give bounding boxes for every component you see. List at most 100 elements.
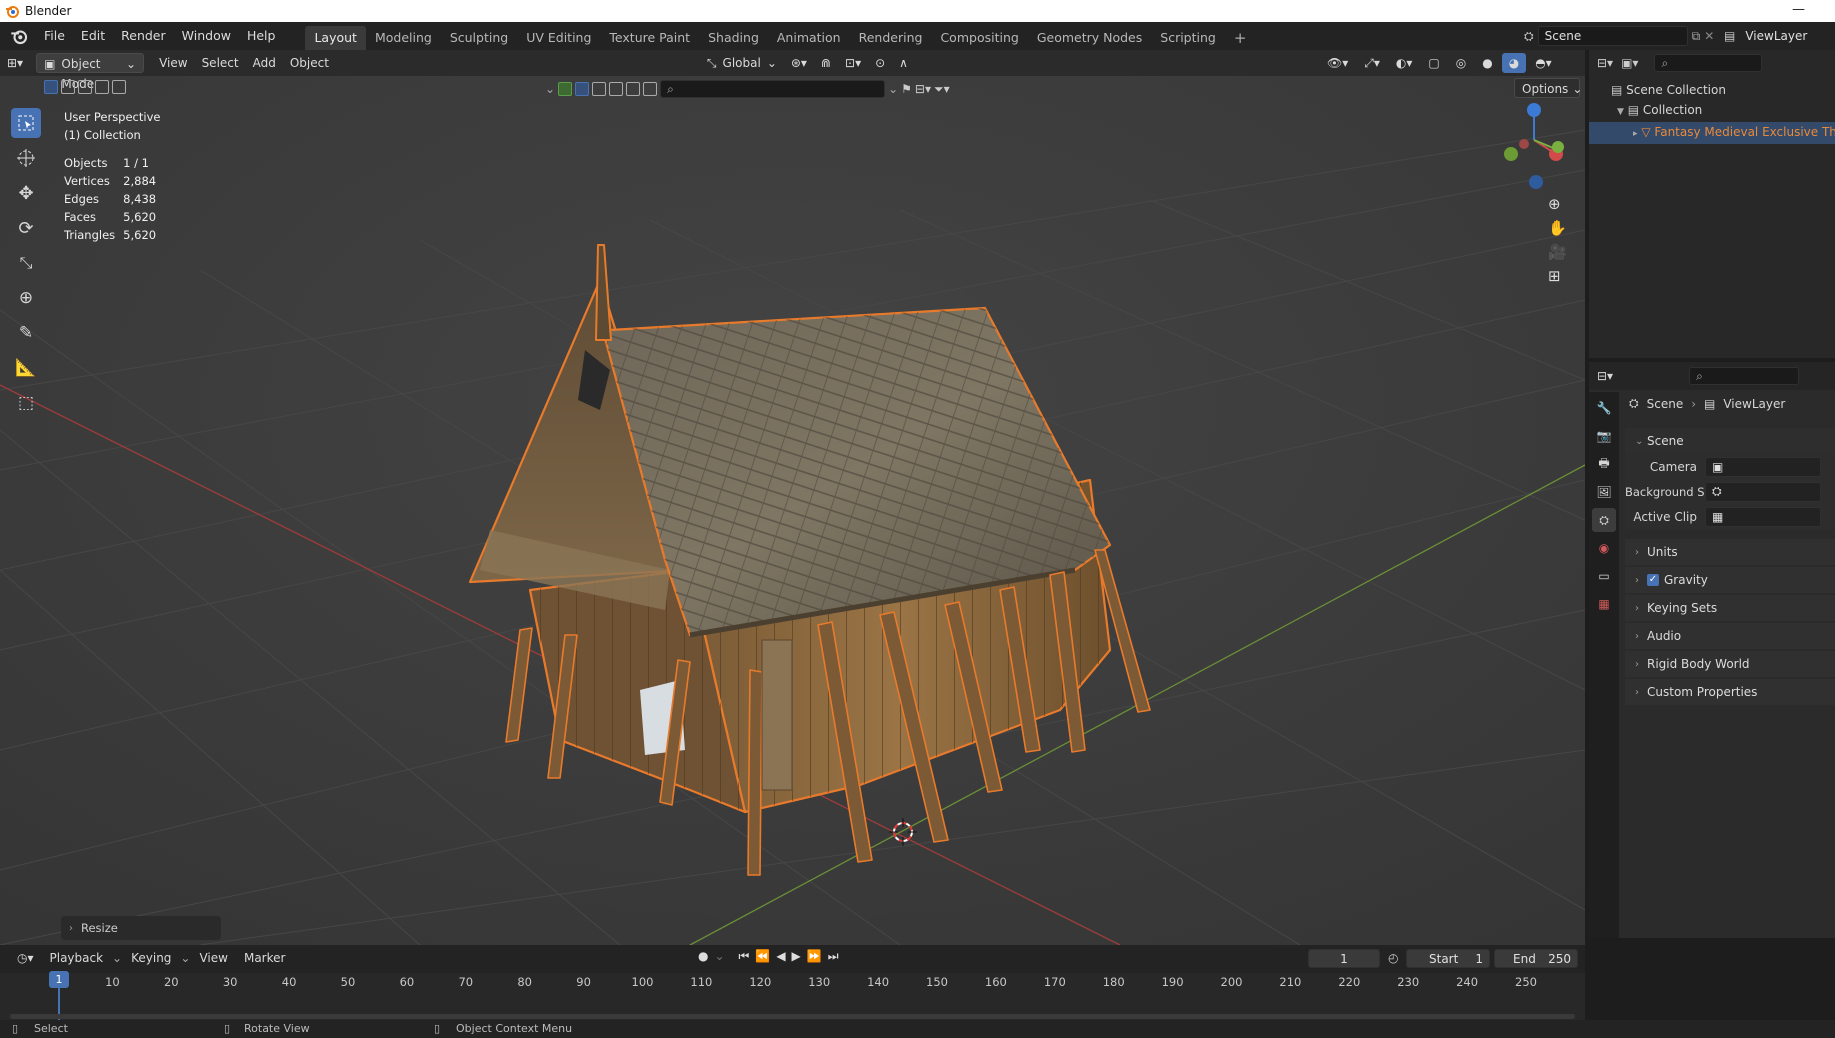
chevron-down-icon[interactable]: ⌄ — [545, 82, 555, 96]
outliner-item-scene-collection[interactable]: ▤ Scene Collection — [1611, 80, 1835, 100]
tool-tab[interactable]: 🔧 — [1592, 396, 1616, 420]
collection-tab[interactable]: ▭ — [1592, 564, 1616, 588]
3d-viewport[interactable] — [0, 50, 1585, 945]
units-panel[interactable]: › Units — [1625, 539, 1835, 565]
material-filter-icon[interactable] — [592, 82, 607, 96]
add-cube-tool[interactable]: ⬚ — [11, 388, 41, 418]
playhead[interactable]: 1 — [49, 971, 69, 988]
dropdown-icon[interactable]: ⌄ — [888, 82, 898, 96]
last-operator-panel[interactable]: › Resize — [61, 916, 221, 940]
zoom-icon[interactable]: ⊕ — [1548, 195, 1567, 213]
menu-render[interactable]: Render — [113, 25, 174, 47]
material-shading-icon[interactable]: ◕ — [1501, 53, 1527, 73]
annotate-tool[interactable]: ✎ — [11, 318, 41, 348]
select-subtract-icon[interactable] — [78, 80, 92, 94]
current-frame-field[interactable]: 1 — [1308, 949, 1380, 968]
menu-object[interactable]: Object — [283, 53, 336, 73]
wireframe-shading-icon[interactable]: ◎ — [1449, 53, 1473, 73]
camera-view-icon[interactable]: 🎥 — [1548, 243, 1567, 261]
snap-icon[interactable]: ⋒ — [814, 53, 838, 73]
select-box-tool[interactable] — [11, 108, 41, 138]
camera-filter-icon[interactable] — [643, 82, 658, 96]
xray-toggle-icon[interactable]: ▢ — [1421, 53, 1446, 73]
scene-panel-header[interactable]: ⌄ Scene — [1625, 428, 1835, 454]
solid-shading-icon[interactable]: ● — [1475, 53, 1499, 73]
tab-compositing[interactable]: Compositing — [931, 26, 1027, 50]
new-scene-icon[interactable]: ⧉ — [1692, 29, 1701, 44]
play-icon[interactable]: ▶ — [792, 949, 801, 964]
expand-icon[interactable]: ▸ — [1633, 129, 1638, 139]
minimize-button[interactable]: — — [1792, 2, 1805, 17]
gizmo-toggle-icon[interactable]: ⤢▾ — [1357, 53, 1387, 73]
next-keyframe-icon[interactable]: ⏩ — [807, 949, 822, 964]
active-clip-field[interactable]: ▦ — [1705, 506, 1821, 527]
menu-window[interactable]: Window — [174, 25, 239, 47]
timeline-track[interactable]: 10 20 30 40 50 60 70 80 90 100 110 120 130 140 150 160 1… — [0, 971, 1585, 1021]
menu-select[interactable]: Select — [195, 53, 246, 73]
expand-icon[interactable]: ▼ — [1617, 107, 1624, 117]
mesh-filter-icon[interactable] — [558, 82, 573, 96]
output-tab[interactable]: 🖶 — [1592, 452, 1616, 476]
move-tool[interactable]: ✥ — [11, 178, 41, 208]
snap-target-icon[interactable]: ⊡▾ — [838, 53, 868, 73]
world-tab[interactable]: ◉ — [1592, 536, 1616, 560]
outliner-item-collection[interactable]: ▼ ▤ Collection — [1611, 100, 1835, 122]
timeline-scrollbar[interactable] — [10, 1014, 1575, 1019]
pan-hand-icon[interactable]: ✋ — [1548, 219, 1567, 237]
play-reverse-icon[interactable]: ◀ — [776, 949, 785, 964]
custom-properties-panel[interactable]: › Custom Properties — [1625, 679, 1835, 705]
start-frame-field[interactable]: Start 1 — [1406, 949, 1490, 968]
proportional-edit-icon[interactable]: ⊙ — [868, 53, 892, 73]
tab-uv-editing[interactable]: UV Editing — [517, 26, 600, 50]
end-frame-field[interactable]: End 250 — [1494, 949, 1578, 968]
tab-sculpting[interactable]: Sculpting — [441, 26, 517, 50]
tab-layout[interactable]: Layout — [305, 26, 366, 50]
texture-tab[interactable]: ▦ — [1592, 592, 1616, 616]
rigid-body-world-panel[interactable]: › Rigid Body World — [1625, 651, 1835, 677]
remove-scene-icon[interactable]: ✕ — [1704, 29, 1714, 43]
menu-playback[interactable]: Playback — [43, 948, 111, 968]
select-new-icon[interactable] — [44, 80, 58, 94]
scene-tab[interactable]: ⛭ — [1592, 508, 1616, 532]
outliner-search-input[interactable]: ⌕ — [1654, 54, 1763, 72]
outliner-item-object[interactable]: ▸ ▽ Fantasy Medieval Exclusive Thatch — [1589, 122, 1835, 144]
viewlayer-field[interactable]: ViewLayer — [1739, 26, 1835, 46]
cursor-tool[interactable] — [11, 143, 41, 173]
world-filter-icon[interactable] — [626, 82, 641, 96]
viewport-search-input[interactable]: ⌕ — [660, 80, 886, 98]
ortho-grid-icon[interactable]: ⊞ — [1548, 267, 1567, 285]
prev-keyframe-icon[interactable]: ⏪ — [755, 949, 770, 964]
menu-keying[interactable]: Keying — [124, 948, 178, 968]
menu-file[interactable]: File — [36, 25, 73, 47]
record-icon[interactable]: ● — [698, 949, 708, 964]
bookmark-icon[interactable]: ⚑ — [901, 82, 912, 96]
tab-texture-paint[interactable]: Texture Paint — [600, 26, 699, 50]
menu-timeline-view[interactable]: View — [192, 948, 234, 968]
outliner-editor-icon[interactable]: ⊟▾ — [1597, 56, 1613, 70]
properties-editor-icon[interactable]: ⊟▾ — [1597, 369, 1613, 383]
light-filter-icon[interactable] — [609, 82, 624, 96]
background-scene-field[interactable]: ⛭ — [1705, 481, 1821, 502]
tab-modeling[interactable]: Modeling — [366, 26, 441, 50]
pivot-point-icon[interactable]: ⊛▾ — [784, 53, 814, 73]
tab-animation[interactable]: Animation — [768, 26, 850, 50]
tab-geometry-nodes[interactable]: Geometry Nodes — [1028, 26, 1151, 50]
scale-tool[interactable]: ⤡ — [11, 248, 41, 278]
menu-view[interactable]: View — [152, 53, 194, 73]
overlay-toggle-icon[interactable]: ◐▾ — [1389, 53, 1420, 73]
rotate-tool[interactable]: ⟳ — [11, 213, 41, 243]
jump-end-icon[interactable]: ⏭ — [828, 949, 839, 964]
transform-tool[interactable]: ⊕ — [11, 283, 41, 313]
audio-panel[interactable]: › Audio — [1625, 623, 1835, 649]
select-intersect-icon[interactable] — [112, 80, 126, 94]
properties-search-input[interactable]: ⌕ — [1689, 367, 1800, 385]
timeline-editor-icon[interactable]: ◷▾ — [10, 948, 41, 968]
add-workspace-button[interactable]: + — [1225, 26, 1256, 50]
editor-type-icon[interactable]: ⊞▾ — [0, 53, 30, 73]
falloff-icon[interactable]: ∧ — [892, 53, 915, 73]
menu-marker[interactable]: Marker — [237, 948, 292, 968]
menu-help[interactable]: Help — [239, 25, 284, 47]
gravity-checkbox[interactable]: ✓ — [1647, 574, 1659, 586]
object-filter-icon[interactable] — [575, 82, 590, 96]
select-extend-icon[interactable] — [61, 80, 75, 94]
